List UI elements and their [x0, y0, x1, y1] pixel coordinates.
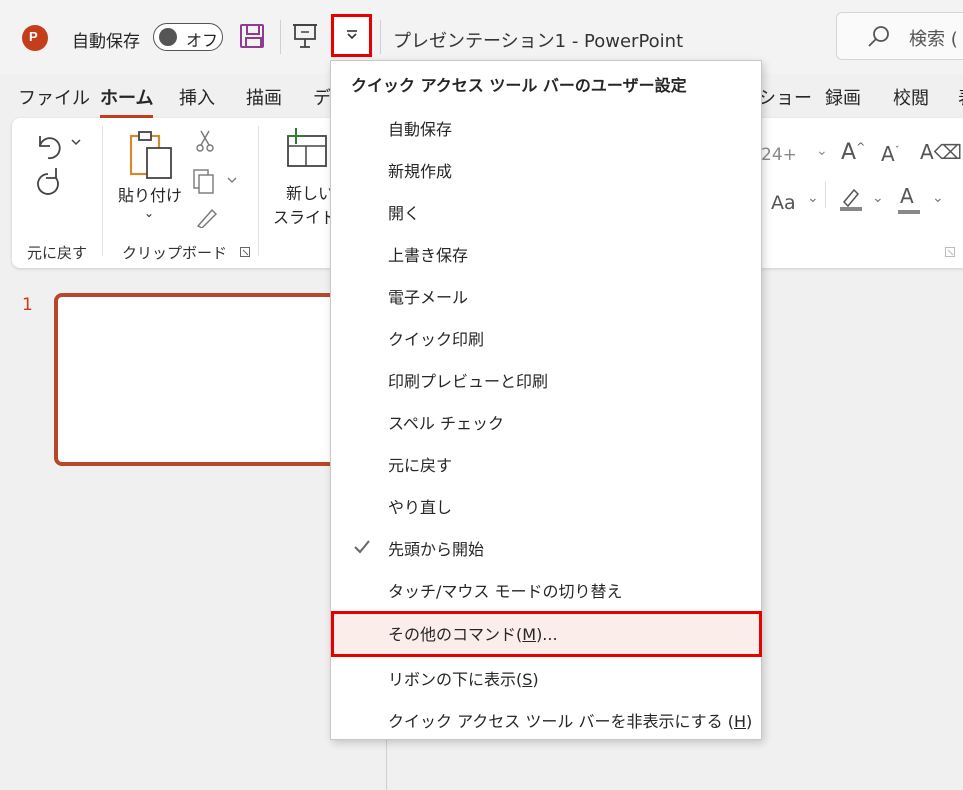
new-slide-icon[interactable] — [284, 126, 330, 172]
chevron-down-icon[interactable]: ⌄ — [144, 206, 154, 220]
undo-group-label: 元に戻す — [27, 244, 88, 262]
autosave-toggle-label: オフ — [186, 31, 219, 50]
menu-item-label: 開く — [388, 204, 421, 223]
font-color-bar — [898, 210, 920, 214]
menu-item-autosave[interactable]: 自動保存 — [331, 106, 761, 148]
chevron-down-icon[interactable]: ⌄ — [807, 190, 819, 206]
clipboard-tools-icons[interactable] — [192, 128, 242, 228]
tab-view[interactable]: 表 — [958, 84, 963, 110]
chevron-down-icon[interactable]: ⌄ — [932, 190, 944, 206]
menu-item-label: 印刷プレビューと印刷 — [388, 372, 549, 391]
checkmark-icon — [354, 540, 370, 554]
menu-item-label: 自動保存 — [388, 120, 453, 139]
highlighter-icon[interactable] — [838, 186, 864, 212]
search-label: 検索 ( — [909, 29, 958, 50]
menu-item-label: その他のコマンド(M)... — [388, 625, 558, 644]
font-size-box[interactable]: 24+ — [761, 145, 797, 165]
menu-item-label: やり直し — [388, 498, 453, 517]
menu-item-open[interactable]: 開く — [331, 190, 761, 232]
chevron-down-icon — [347, 30, 357, 40]
divider — [280, 20, 281, 54]
divider — [102, 126, 103, 256]
menu-item-label: 新規作成 — [388, 162, 453, 181]
document-title: プレゼンテーション1 - PowerPoint — [393, 31, 684, 52]
menu-item-more-commands[interactable]: その他のコマンド(M)... — [331, 611, 762, 657]
chevron-down-icon[interactable]: ⌄ — [816, 143, 828, 159]
menu-item-label: 電子メール — [388, 288, 469, 307]
customize-qat-button[interactable] — [331, 14, 372, 57]
dialog-launcher-icon[interactable] — [240, 247, 250, 257]
grow-font-icon[interactable]: A^ — [841, 140, 865, 165]
autosave-label: 自動保存 — [72, 32, 140, 52]
menu-item-label: スペル チェック — [388, 414, 504, 433]
autosave-toggle[interactable]: オフ — [153, 23, 223, 51]
menu-item-start-from-beginning[interactable]: 先頭から開始 — [331, 526, 761, 568]
menu-item-label: 先頭から開始 — [388, 540, 485, 559]
menu-item-label: 上書き保存 — [388, 246, 469, 265]
tab-insert[interactable]: 挿入 — [179, 84, 215, 110]
tab-record[interactable]: 録画 — [825, 84, 861, 110]
clipboard-group-label: クリップボード — [122, 244, 228, 262]
menu-item-quick-print[interactable]: クイック印刷 — [331, 316, 761, 358]
chevron-down-icon[interactable]: ⌄ — [872, 190, 884, 206]
new-slide-label-1[interactable]: 新しい — [286, 180, 334, 204]
menu-item-email[interactable]: 電子メール — [331, 274, 761, 316]
customize-qat-menu: クイック アクセス ツール バーのユーザー設定 自動保存 新規作成 開く 上書き… — [330, 60, 762, 740]
tab-file[interactable]: ファイル — [18, 84, 90, 110]
search-icon — [868, 26, 889, 47]
shrink-font-icon[interactable]: Aˇ — [881, 142, 900, 166]
menu-item-print-preview[interactable]: 印刷プレビューと印刷 — [331, 358, 761, 400]
tab-draw[interactable]: 描画 — [246, 84, 282, 110]
toggle-knob — [159, 28, 177, 46]
start-from-beginning-icon[interactable] — [292, 22, 318, 50]
menu-item-show-below-ribbon[interactable]: リボンの下に表示(S) — [331, 656, 761, 698]
save-icon[interactable] — [240, 24, 264, 48]
dialog-launcher-icon[interactable] — [945, 247, 955, 257]
tab-slideshow[interactable]: ショー — [758, 84, 812, 110]
divider — [258, 126, 259, 256]
menu-title: クイック アクセス ツール バーのユーザー設定 — [351, 76, 687, 95]
font-color-icon[interactable]: A — [900, 184, 914, 208]
powerpoint-icon: P — [22, 25, 48, 51]
menu-item-hide-qat[interactable]: クイック アクセス ツール バーを非表示にする (H) — [331, 698, 761, 740]
tab-design[interactable]: デ — [313, 84, 331, 110]
clear-format-icon[interactable]: A⌫ — [920, 140, 962, 164]
menu-item-label: タッチ/マウス モードの切り替え — [388, 582, 623, 601]
menu-item-label: クイック アクセス ツール バーを非表示にする (H) — [388, 712, 753, 731]
undo-redo-icons[interactable] — [34, 128, 84, 198]
menu-item-label: リボンの下に表示(S) — [388, 670, 539, 689]
menu-item-spell-check[interactable]: スペル チェック — [331, 400, 761, 442]
menu-item-undo[interactable]: 元に戻す — [331, 442, 761, 484]
slide-thumbnail[interactable] — [54, 293, 354, 466]
tab-review[interactable]: 校閲 — [893, 84, 929, 110]
menu-item-save[interactable]: 上書き保存 — [331, 232, 761, 274]
divider — [825, 182, 826, 208]
divider — [380, 20, 381, 54]
menu-item-new[interactable]: 新規作成 — [331, 148, 761, 190]
paste-icon[interactable] — [127, 128, 177, 184]
slide-number: 1 — [22, 295, 33, 315]
paste-label[interactable]: 貼り付け — [118, 182, 182, 206]
menu-item-touch-mouse-mode[interactable]: タッチ/マウス モードの切り替え — [331, 568, 761, 610]
tab-home[interactable]: ホーム — [100, 84, 154, 118]
search-box[interactable]: 検索 ( — [836, 12, 963, 60]
menu-item-label: 元に戻す — [388, 456, 453, 475]
menu-item-label: クイック印刷 — [388, 330, 485, 349]
new-slide-label-2[interactable]: スライド — [273, 204, 337, 228]
change-case-button[interactable]: Aa — [771, 192, 796, 214]
menu-item-redo[interactable]: やり直し — [331, 484, 761, 526]
